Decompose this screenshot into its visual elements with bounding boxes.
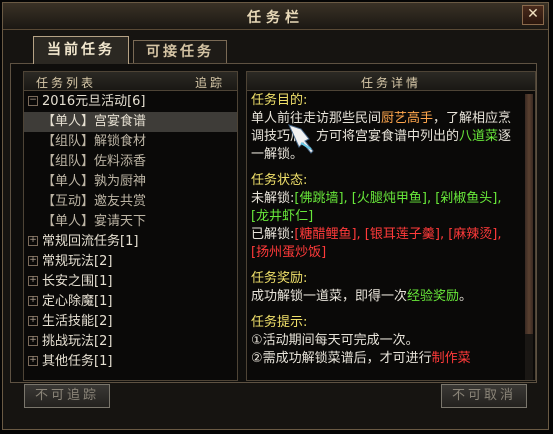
- locked-dishes: 未解锁:[佛跳墙], [火腿炖甲鱼], [剁椒鱼头], [龙井虾仁]: [251, 190, 521, 226]
- quest-category-label: 常规玩法[2]: [42, 254, 113, 269]
- reward-heading: 任务奖励:: [251, 271, 308, 286]
- quest-item-label: 【组队】解锁食材: [42, 134, 147, 149]
- goal-heading: 任务目的:: [251, 93, 308, 108]
- tips-heading: 任务提示:: [251, 315, 308, 330]
- quest-detail-title: 任务详情: [360, 76, 421, 90]
- expand-icon[interactable]: +: [28, 235, 38, 246]
- detail-scrollbar[interactable]: [525, 94, 533, 380]
- tip-2: ②需成功解锁菜谱后，才可进行制作菜: [251, 350, 521, 368]
- expand-icon[interactable]: +: [28, 335, 38, 346]
- quest-category[interactable]: + 长安之围[1]: [24, 272, 237, 292]
- quest-item[interactable]: 【组队】佐料添香: [24, 152, 237, 172]
- quest-item-label: 【单人】宴请天下: [42, 214, 147, 229]
- reward-text-part: 成功解锁一道菜，即得一次: [251, 289, 408, 304]
- quest-item[interactable]: 【单人】宴请天下: [24, 212, 237, 232]
- close-button[interactable]: ✕: [522, 5, 544, 25]
- quest-category-label: 定心除魔[1]: [42, 294, 113, 309]
- quest-list: −2016元旦活动[6] 【单人】宫宴食谱 【组队】解锁食材 【组队】佐料添香 …: [24, 92, 237, 372]
- quest-item[interactable]: 【互动】邀友共赏: [24, 192, 237, 212]
- quest-category-label: 挑战玩法[2]: [42, 334, 113, 349]
- reward-text: 成功解锁一道菜，即得一次经验奖励。: [251, 288, 521, 306]
- goal-highlight: 厨艺高手: [381, 111, 434, 126]
- quest-item-label: 【单人】孰为厨神: [42, 174, 147, 189]
- quest-category-label: 生活技能[2]: [42, 314, 113, 329]
- mouse-cursor-icon: [288, 124, 314, 154]
- quest-detail-header: 任务详情: [247, 72, 535, 91]
- quest-item[interactable]: 【单人】孰为厨神: [24, 172, 237, 192]
- expand-icon[interactable]: +: [28, 275, 38, 286]
- quest-category-label: 长安之围[1]: [42, 274, 113, 289]
- quest-item-label: 【互动】邀友共赏: [42, 194, 147, 209]
- reward-highlight: 经验奖励: [407, 289, 460, 304]
- status-heading: 任务状态:: [251, 173, 308, 188]
- quest-list-panel: 任务列表 追踪 −2016元旦活动[6] 【单人】宫宴食谱 【组队】解锁食材 【…: [23, 71, 238, 381]
- expand-icon[interactable]: +: [28, 355, 38, 366]
- tip-2-prefix: ②需成功解锁菜谱后，才可进行: [251, 351, 432, 366]
- quest-item-label: 【组队】佐料添香: [42, 154, 147, 169]
- quest-category[interactable]: + 常规玩法[2]: [24, 252, 237, 272]
- tip-2-highlight: 制作菜: [431, 351, 471, 366]
- expand-icon[interactable]: +: [28, 295, 38, 306]
- quest-category[interactable]: + 其他任务[1]: [24, 352, 237, 372]
- scroll-thumb[interactable]: [525, 94, 533, 334]
- quest-list-title: 任务列表: [36, 76, 97, 90]
- tab-available-quests[interactable]: 可接任务: [133, 40, 227, 64]
- title-bar[interactable]: 任务栏 ✕: [3, 3, 548, 30]
- expand-icon[interactable]: +: [28, 255, 38, 266]
- tip-1: ①活动期间每天可完成一次。: [251, 333, 419, 348]
- window-title: 任务栏: [247, 10, 304, 26]
- unlocked-label: 已解锁:: [251, 227, 295, 242]
- locked-label: 未解锁:: [251, 191, 295, 206]
- tab-current-quests[interactable]: 当前任务: [33, 36, 129, 64]
- quest-item-label: 【单人】宫宴食谱: [42, 114, 147, 129]
- quest-category[interactable]: + 生活技能[2]: [24, 312, 237, 332]
- unlocked-dishes: 已解锁:[糖醋鲤鱼], [银耳莲子羹], [麻辣烫], [扬州蛋炒饭]: [251, 226, 521, 262]
- collapse-icon[interactable]: −: [28, 95, 38, 106]
- reward-text-part: 。: [459, 289, 473, 304]
- quest-category-label: 其他任务[1]: [42, 354, 113, 369]
- quest-category[interactable]: + 挑战玩法[2]: [24, 332, 237, 352]
- track-column-label: 追踪: [194, 76, 225, 90]
- quest-group-label: 2016元旦活动[6]: [42, 94, 146, 109]
- quest-detail-panel: 任务详情 任务目的: 单人前往走访那些民间厨艺高手，了解相应烹调技巧后，方可将宫…: [246, 71, 536, 381]
- quest-category[interactable]: + 定心除魔[1]: [24, 292, 237, 312]
- quest-category-label: 常规回流任务[1]: [42, 234, 139, 249]
- close-icon: ✕: [527, 6, 539, 22]
- expand-icon[interactable]: +: [28, 315, 38, 326]
- quest-item-selected[interactable]: 【单人】宫宴食谱: [24, 112, 237, 132]
- quest-category[interactable]: + 常规回流任务[1]: [24, 232, 237, 252]
- untrack-button[interactable]: 不可追踪: [24, 384, 110, 408]
- cancel-quest-button[interactable]: 不可取消: [441, 384, 527, 408]
- quest-item[interactable]: 【组队】解锁食材: [24, 132, 237, 152]
- quest-list-header: 任务列表 追踪: [24, 72, 237, 91]
- quest-group-newyear[interactable]: −2016元旦活动[6]: [24, 92, 237, 112]
- goal-highlight-2: 八道菜: [459, 129, 499, 144]
